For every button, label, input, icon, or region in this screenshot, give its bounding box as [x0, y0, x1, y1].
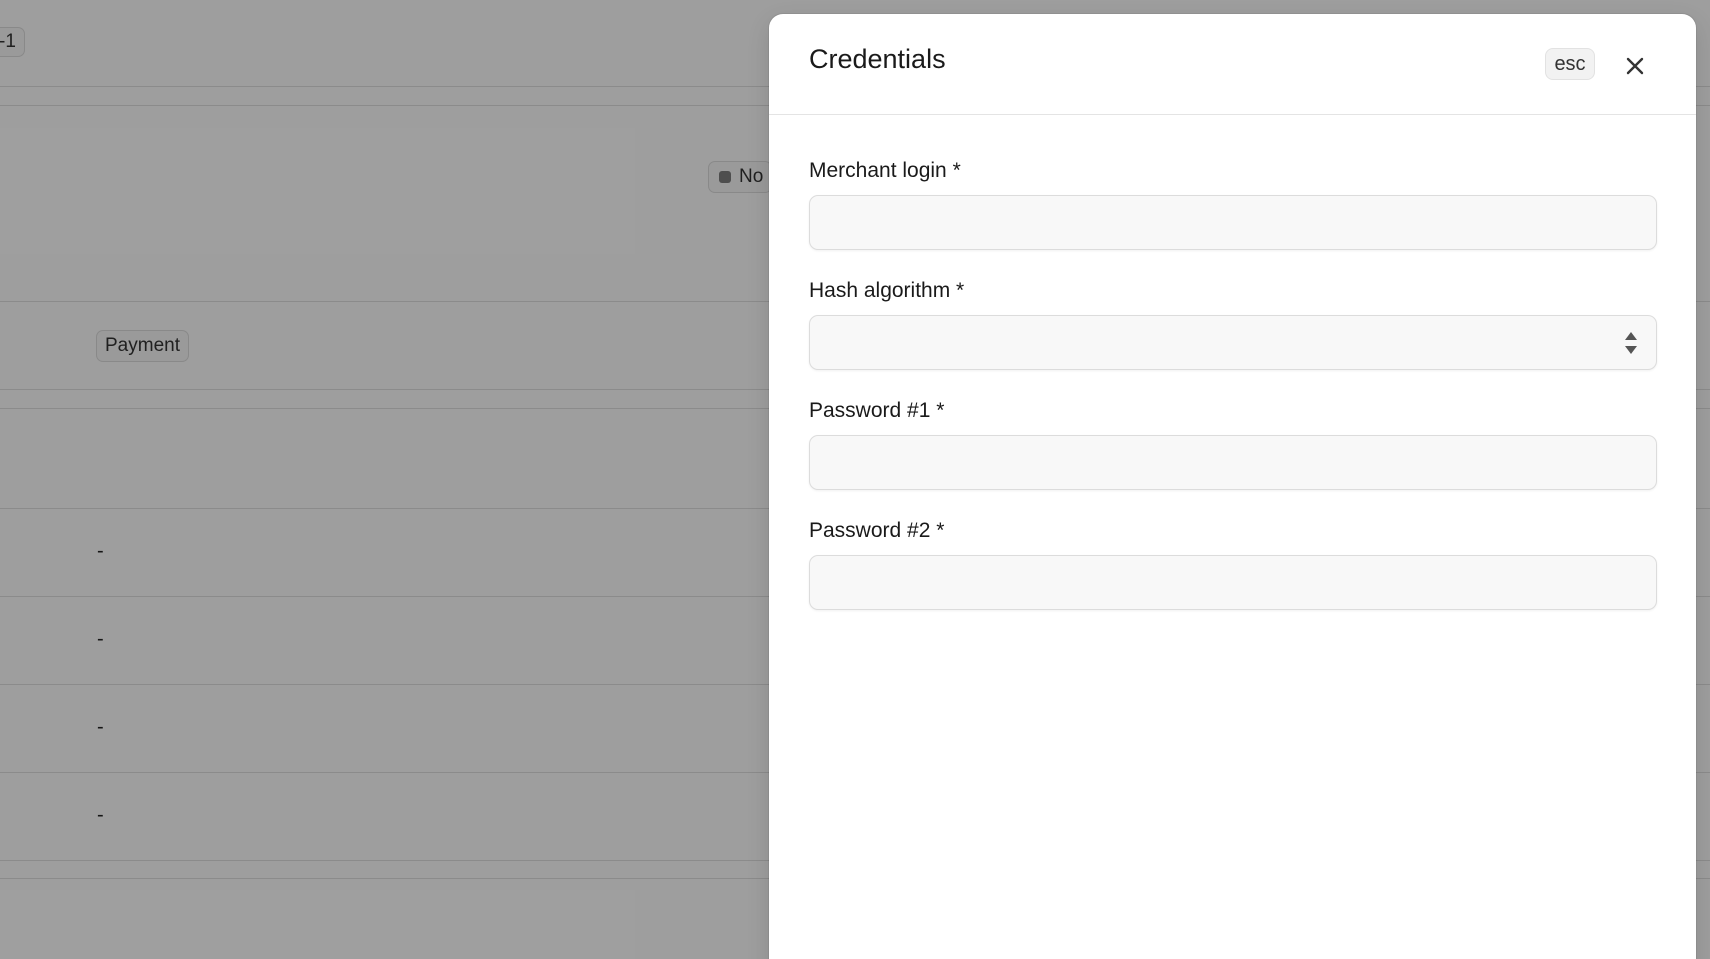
drawer-header: Credentials esc [769, 14, 1696, 115]
merchant-login-label: Merchant login * [809, 159, 961, 182]
drawer-title: Credentials [809, 44, 946, 74]
close-icon [1626, 57, 1644, 75]
app-root: -1 No Payment - - - - Credentials esc Me… [0, 0, 1710, 959]
merchant-login-input[interactable] [809, 195, 1657, 250]
esc-key-hint: esc [1545, 48, 1595, 80]
password1-input[interactable] [809, 435, 1657, 490]
password2-label: Password #2 * [809, 519, 945, 542]
close-button[interactable] [1619, 50, 1651, 82]
hash-algorithm-label: Hash algorithm * [809, 279, 965, 302]
password2-input[interactable] [809, 555, 1657, 610]
credentials-drawer: Credentials esc Merchant login * Hash al… [769, 14, 1696, 959]
chevron-up-down-icon [1625, 331, 1637, 354]
password1-label: Password #1 * [809, 399, 945, 422]
hash-algorithm-select[interactable] [809, 315, 1657, 370]
